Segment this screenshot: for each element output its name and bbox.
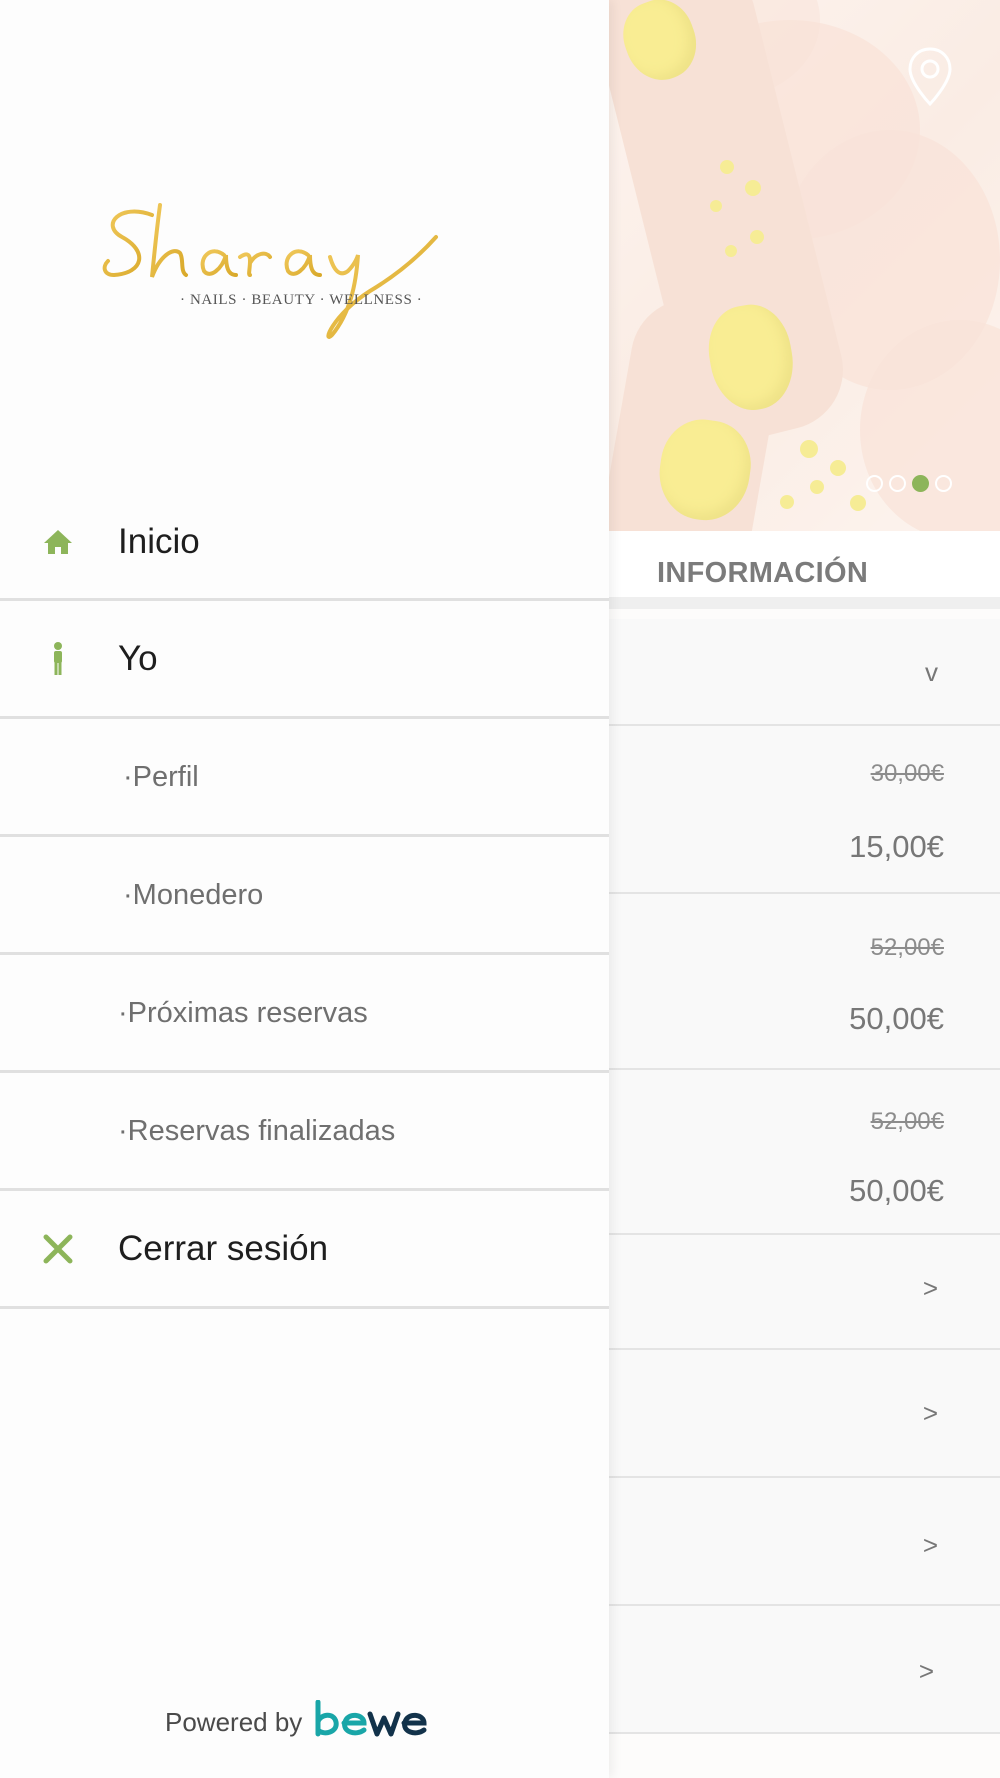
chevron-right-icon: > [922,1273,938,1303]
menu-item-monedero[interactable]: ·Monedero [0,837,609,955]
navigation-drawer: · NAILS · BEAUTY · WELLNESS · Inicio Yo … [0,0,609,1778]
carousel-dot[interactable] [935,475,952,492]
menu-item-label: Inicio [118,522,200,561]
carousel-dots[interactable] [866,475,952,492]
powered-by-text: Powered by [165,1707,303,1737]
menu-item-label: Yo [118,639,158,678]
menu-item-label: ·Próximas reservas [118,997,368,1029]
bewe-logo [315,1700,427,1737]
menu-item-label: Cerrar sesión [118,1229,329,1268]
menu-item-yo[interactable]: Yo [0,601,609,719]
close-icon [43,1234,73,1264]
person-icon [54,642,62,675]
current-price: 15,00€ [849,829,944,864]
menu-item-perfil[interactable]: ·Perfil [0,719,609,837]
carousel-dot[interactable] [866,475,883,492]
old-price: 52,00€ [870,934,944,961]
menu-item-label: ·Reservas finalizadas [118,1115,396,1147]
logo-tagline: · NAILS · BEAUTY · WELLNESS · [180,292,423,308]
sharay-logo [102,203,438,339]
old-price: 52,00€ [870,1108,944,1135]
home-icon [44,530,72,554]
menu-item-inicio[interactable]: Inicio [0,484,609,601]
menu-item-label: ·Monedero [123,879,264,911]
section-title: INFORMACIÓN [657,557,869,589]
menu-item-proximas-reservas[interactable]: ·Próximas reservas [0,955,609,1073]
current-price: 50,00€ [849,1001,944,1036]
menu-item-label: ·Perfil [123,761,199,793]
location-pin-icon[interactable] [906,46,954,108]
carousel-dot[interactable] [889,475,906,492]
chevron-right-icon: > [918,1656,934,1686]
chevron-right-icon: > [922,1530,938,1560]
carousel-dot-active[interactable] [912,475,929,492]
menu-item-cerrar-sesion[interactable]: Cerrar sesión [0,1191,609,1309]
menu-item-reservas-finalizadas[interactable]: ·Reservas finalizadas [0,1073,609,1191]
current-price: 50,00€ [849,1173,944,1208]
chevron-right-icon: > [922,1398,938,1428]
powered-by: Powered by [165,1700,432,1742]
old-price: 30,00€ [870,760,944,787]
chevron-down-icon: v [925,657,938,687]
